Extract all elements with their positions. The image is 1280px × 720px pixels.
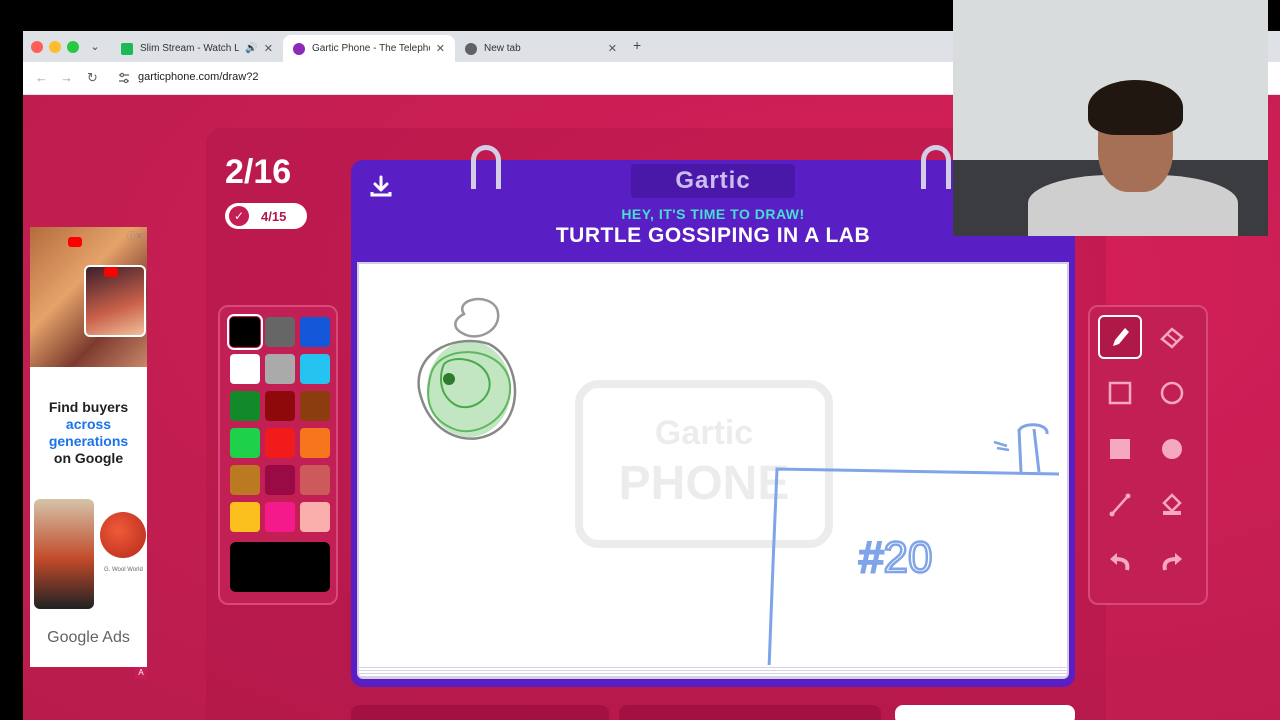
color-swatch[interactable] (300, 391, 330, 421)
youtube-icon (104, 267, 118, 277)
ad-headline-line: across (65, 416, 112, 432)
maximize-window-button[interactable] (67, 41, 79, 53)
svg-text:Gartic: Gartic (655, 414, 753, 452)
bucket-tool[interactable] (1150, 483, 1194, 527)
chrome-favicon-icon (465, 42, 477, 55)
close-tab-icon[interactable]: ✕ (602, 42, 617, 55)
minimize-window-button[interactable] (49, 41, 61, 53)
tab-title: New tab (484, 43, 521, 54)
color-swatch[interactable] (230, 428, 260, 458)
color-swatch[interactable] (265, 317, 295, 347)
drawing-canvas[interactable]: Gartic PHONE #20 (357, 262, 1069, 670)
speaker-icon[interactable]: 🔊 (245, 43, 257, 54)
bucket-icon (1162, 493, 1182, 515)
redo-tool[interactable] (1150, 539, 1194, 583)
ad-headline-line: Find buyers (48, 399, 129, 415)
circle-fill-icon (1162, 439, 1182, 459)
tab-slim-stream[interactable]: Slim Stream - Watch Live 🔊 ✕ (111, 35, 283, 62)
ad-headline-line: generations (48, 433, 129, 449)
done-button[interactable] (895, 705, 1075, 720)
drawing-text: #20 (859, 533, 932, 582)
gartic-phone-watermark: Gartic PHONE (575, 380, 833, 548)
google-ads-logo: Google Ads (47, 629, 130, 646)
slim-stream-favicon-icon (121, 42, 133, 55)
line-tool[interactable] (1098, 483, 1142, 527)
rectangle-fill-icon (1110, 439, 1130, 459)
gartic-favicon-icon (293, 42, 305, 55)
binder-ring-right (921, 145, 951, 189)
back-arrow-icon[interactable]: ← (35, 70, 48, 85)
notebook-pages (357, 665, 1069, 679)
ad-info-icon[interactable]: ⓘ✕ (126, 229, 143, 242)
yarn-ball-image (100, 512, 146, 558)
color-palette (218, 305, 338, 605)
tab-title: Gartic Phone - The Telephone (312, 43, 430, 54)
color-swatch[interactable] (230, 502, 260, 532)
close-tab-icon[interactable]: ✕ (258, 42, 273, 55)
tab-new-tab[interactable]: New tab ✕ (455, 35, 627, 62)
color-swatch[interactable] (300, 354, 330, 384)
ad-photo-knitter (34, 499, 94, 609)
google-ad[interactable]: ⓘ✕ Find buyers across generations on Goo… (30, 227, 147, 667)
eraser-icon (1160, 327, 1184, 349)
players-done-badge: ✓ 4/15 (225, 203, 307, 229)
color-swatch[interactable] (230, 354, 260, 384)
opacity-bar[interactable] (619, 705, 881, 720)
pencil-icon (1113, 328, 1129, 346)
gartic-logo: Gartic (631, 164, 795, 198)
redo-icon (1162, 553, 1182, 571)
person-hair (1088, 80, 1183, 135)
pencil-tool[interactable] (1098, 315, 1142, 359)
round-counter: 2/16 (225, 153, 292, 191)
screen: ⌄ Slim Stream - Watch Live 🔊 ✕ Gartic Ph… (0, 0, 1280, 720)
forward-arrow-icon[interactable]: → (60, 70, 73, 85)
close-window-button[interactable] (31, 41, 43, 53)
color-swatch[interactable] (300, 502, 330, 532)
eraser-tool[interactable] (1150, 315, 1194, 359)
rectangle-fill-tool[interactable] (1098, 427, 1142, 471)
download-icon[interactable] (369, 174, 393, 198)
rectangle-outline-icon (1108, 381, 1132, 405)
done-count: 4/15 (261, 208, 287, 224)
reload-icon[interactable]: ↻ (87, 70, 98, 86)
tab-gartic-phone[interactable]: Gartic Phone - The Telephone ✕ (283, 35, 455, 62)
undo-tool[interactable] (1098, 539, 1142, 583)
color-swatch[interactable] (300, 428, 330, 458)
color-swatch[interactable] (265, 354, 295, 384)
close-tab-icon[interactable]: ✕ (430, 42, 445, 55)
color-swatch[interactable] (265, 391, 295, 421)
binder-ring-left (471, 145, 501, 189)
color-swatch[interactable] (265, 465, 295, 495)
check-icon: ✓ (229, 206, 249, 226)
ad-brand-label: G. Wool World (104, 567, 143, 573)
color-swatch[interactable] (300, 317, 330, 347)
ad-headline: Find buyers across generations on Google (30, 399, 147, 467)
tab-title: Slim Stream - Watch Live (140, 43, 240, 54)
site-settings-icon[interactable] (118, 72, 130, 84)
brush-size-bar[interactable] (351, 705, 609, 720)
circle-outline-icon (1160, 381, 1184, 405)
undo-icon (1110, 553, 1130, 571)
circle-fill-tool[interactable] (1150, 427, 1194, 471)
youtube-icon (68, 237, 82, 247)
circle-outline-tool[interactable] (1150, 371, 1194, 415)
color-swatch[interactable] (227, 314, 263, 350)
color-swatch[interactable] (230, 465, 260, 495)
line-icon (1109, 493, 1131, 517)
color-swatch[interactable] (265, 502, 295, 532)
tool-panel (1088, 305, 1208, 605)
tab-search-chevron-icon[interactable]: ⌄ (87, 39, 103, 55)
webcam-overlay (953, 0, 1268, 236)
ad-choices-badge[interactable]: A (135, 667, 147, 679)
rectangle-outline-tool[interactable] (1098, 371, 1142, 415)
canvas-drawing: Gartic PHONE #20 (417, 297, 1060, 670)
color-swatch[interactable] (265, 428, 295, 458)
color-swatch[interactable] (230, 391, 260, 421)
svg-text:PHONE: PHONE (619, 457, 790, 510)
ad-headline-line: on Google (53, 450, 124, 466)
current-color-preview (230, 542, 330, 592)
color-swatch[interactable] (300, 465, 330, 495)
url-text[interactable]: garticphone.com/draw?2 (138, 71, 258, 83)
new-tab-plus-icon[interactable]: + (633, 37, 641, 53)
